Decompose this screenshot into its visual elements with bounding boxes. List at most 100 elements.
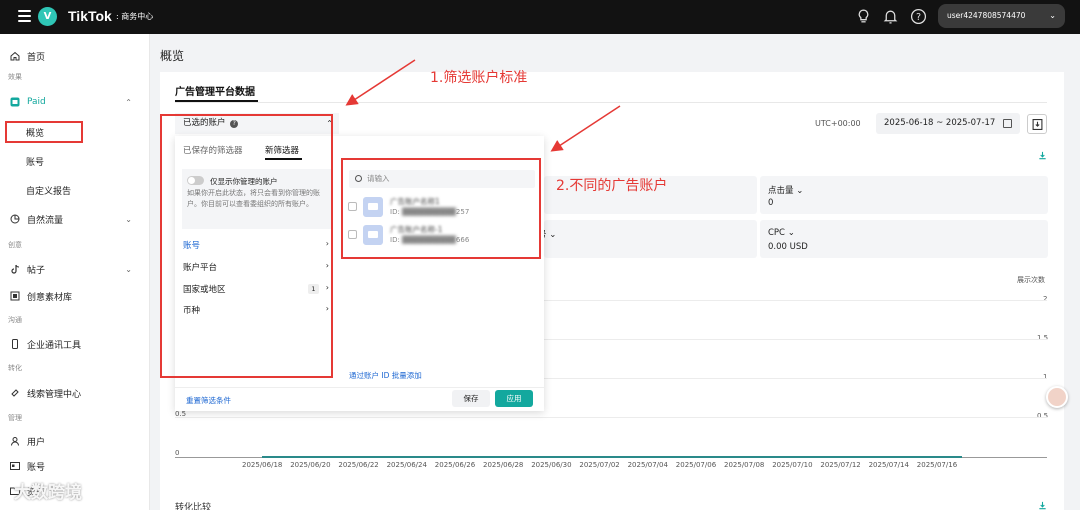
sidebar-item-home[interactable]: 首页 [0, 46, 150, 66]
chevron-down-icon: ⌄ [1049, 11, 1056, 20]
sidebar-item-label: Paid [27, 97, 46, 107]
export-button[interactable] [1027, 114, 1047, 134]
bulk-add-by-id-link[interactable]: 通过账户 ID 批量添加 [349, 370, 422, 381]
section-label: 转化 [8, 364, 22, 372]
metric-card-cpc[interactable]: CPC ⌄ 0.00 USD [760, 220, 1048, 258]
calendar-icon [1003, 119, 1012, 128]
metric-label: 点击量 ⌄ [768, 186, 804, 196]
sidebar-item-lead-center[interactable]: 线索管理中心 [0, 383, 150, 403]
link-icon [11, 389, 19, 397]
sidebar-item-account[interactable]: 账号 [0, 151, 150, 171]
apply-button[interactable]: 应用 [495, 390, 533, 407]
highlight-overview-annotation [5, 121, 83, 143]
sidebar-item-label: 账号 [26, 157, 45, 168]
support-avatar[interactable] [1046, 386, 1068, 408]
metric-card-clicks[interactable]: 点击量 ⌄ 0 [760, 176, 1048, 214]
sidebar-item-creative-library[interactable]: 创意素材库 [0, 286, 150, 306]
sidebar-item-account2[interactable]: 账号 [0, 456, 150, 476]
id-card-icon [10, 462, 20, 470]
watermark-logo: 大数跨境 [14, 483, 82, 503]
metric-value: 0.00 USD [768, 242, 808, 252]
sidebar-item-posts[interactable]: 帖子 ⌄ [0, 259, 150, 279]
home-icon [10, 51, 20, 61]
x-axis-tick: 2025/07/14 [868, 461, 909, 469]
x-axis-tick: 2025/07/04 [627, 461, 668, 469]
sidebar-item-enterprise-tools[interactable]: 企业通讯工具 [0, 334, 150, 354]
logo-subtitle: : 商务中心 [116, 12, 154, 21]
download-icon[interactable] [1038, 501, 1047, 510]
sidebar-item-label: 自然流量 [27, 215, 64, 226]
page-title: 概览 [160, 49, 185, 63]
bell-icon[interactable] [882, 8, 899, 25]
x-axis-tick: 2025/07/06 [675, 461, 717, 469]
library-icon [10, 291, 20, 301]
left-axis-tick: 0 [175, 449, 180, 457]
tab-ads-manager-data[interactable]: 广告管理平台数据 [175, 83, 255, 98]
right-axis-tick: 2 [1043, 295, 1048, 303]
x-axis-tick: 2025/07/08 [724, 461, 765, 469]
help-icon[interactable]: ? [910, 8, 927, 25]
date-range-value: 2025-06-18 ~ 2025-07-17 [884, 118, 996, 128]
section-label: 创意 [8, 241, 22, 249]
section-label: 沟通 [8, 316, 22, 324]
user-icon [11, 437, 19, 446]
date-range-picker[interactable]: 2025-06-18 ~ 2025-07-17 [876, 113, 1020, 134]
x-axis-tick: 2025/07/16 [916, 461, 958, 469]
sidebar-item-label: 用户 [27, 437, 46, 448]
tiktok-logo: TikTok [68, 8, 112, 24]
sidebar-item-label: 线索管理中心 [27, 389, 82, 400]
data-line [262, 456, 962, 458]
left-axis-tick: 0.5 [175, 410, 187, 418]
divider [175, 102, 1047, 103]
x-axis-tick: 2025/06/26 [434, 461, 476, 469]
right-axis-tick: 1 [1043, 373, 1048, 381]
sidebar: 首页 效果 Paid ⌃ 概览 账号 自定义报告 自然流量 ⌄ 创意 帖子 ⌄ … [0, 34, 150, 510]
phone-icon [12, 339, 18, 349]
x-axis-tick: 2025/07/10 [772, 461, 813, 469]
x-axis-tick: 2025/06/28 [483, 461, 524, 469]
grid-line [175, 417, 1047, 418]
annotation-label-2: 2.不同的广告账户 [556, 178, 668, 194]
download-icon[interactable] [1038, 151, 1047, 160]
save-button[interactable]: 保存 [452, 390, 490, 407]
x-axis-tick: 2025/06/22 [338, 461, 379, 469]
sidebar-item-organic[interactable]: 自然流量 ⌄ [0, 209, 150, 229]
sidebar-item-label: 账号 [27, 462, 46, 473]
sidebar-item-users[interactable]: 用户 [0, 431, 150, 451]
org-avatar[interactable]: V [38, 7, 57, 26]
metric-card[interactable]: 号 ⌄ [538, 220, 757, 258]
reset-filters-link[interactable]: 重置筛选条件 [186, 395, 231, 406]
annotation-label-1: 1.筛选账户标准 [430, 70, 528, 86]
download-icon [1032, 119, 1043, 130]
x-axis-tick: 2025/07/12 [820, 461, 861, 469]
user-account-dropdown[interactable]: user4247808574470 ⌄ [938, 4, 1065, 28]
right-axis-tick: 0.5 [1037, 412, 1049, 420]
chevron-down-icon: ⌄ [125, 264, 132, 274]
pie-chart-icon [10, 214, 20, 224]
sidebar-item-label: 企业通讯工具 [27, 340, 82, 351]
x-axis-tick: 2025/06/20 [290, 461, 331, 469]
lightbulb-icon[interactable] [855, 8, 872, 25]
sidebar-item-custom-report[interactable]: 自定义报告 [0, 180, 150, 200]
sidebar-item-label: 自定义报告 [26, 186, 72, 197]
sidebar-item-label: 帖子 [27, 265, 46, 276]
paid-icon [10, 97, 20, 107]
section-label: 管理 [8, 414, 22, 422]
right-axis-title: 展示次数 [1017, 276, 1045, 284]
x-axis-tick: 2025/07/02 [579, 461, 620, 469]
svg-text:?: ? [916, 12, 921, 23]
metric-value: 0 [768, 198, 774, 208]
annotation-box-account-list [341, 158, 541, 259]
metric-label: CPC ⌄ [768, 228, 795, 238]
section-label: 效果 [8, 73, 22, 81]
sidebar-item-label: 首页 [27, 52, 46, 63]
annotation-box-filter-criteria [160, 114, 333, 378]
x-axis-tick: 2025/06/24 [386, 461, 427, 469]
sidebar-item-paid[interactable]: Paid ⌃ [0, 92, 150, 112]
chevron-up-icon: ⌃ [125, 97, 132, 107]
timezone-label: UTC+00:00 [815, 119, 861, 128]
tiktok-note-icon [11, 264, 20, 274]
right-axis-tick: 1.5 [1037, 334, 1049, 342]
menu-icon[interactable] [18, 10, 31, 22]
x-axis-tick: 2025/06/30 [531, 461, 572, 469]
